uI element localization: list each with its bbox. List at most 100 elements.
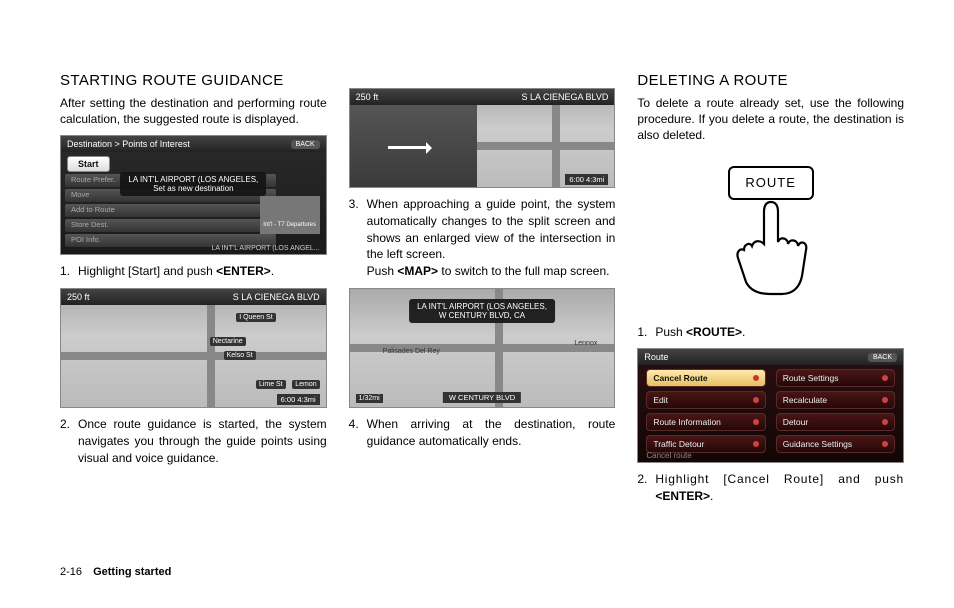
screenshot-topbar: 250 ft S LA CIENEGA BLVD: [350, 89, 615, 105]
step-text: Highlight [Cancel Route] and push: [655, 472, 904, 486]
page-number: 2-16: [60, 566, 82, 578]
road-label: S LA CIENEGA BLVD: [521, 92, 608, 102]
bullet-icon: [882, 375, 888, 381]
start-button: Start: [67, 156, 110, 172]
column-1: STARTING ROUTE GUIDANCE After setting th…: [60, 72, 327, 552]
step-text-end: to switch to the full map screen.: [438, 264, 609, 278]
step-text: Push: [655, 325, 686, 339]
step-number: 2.: [60, 416, 70, 433]
menu-item-cancel-route: Cancel Route: [646, 369, 765, 387]
intro-text: After setting the destination and perfor…: [60, 95, 327, 127]
time-dist-label: 6:00 4:3mi: [277, 394, 320, 405]
step-text-end: .: [742, 325, 745, 339]
menu-label: Recalculate: [783, 395, 827, 405]
section-name: Getting started: [93, 566, 171, 578]
popup-line2: W CENTURY BLVD, CA: [417, 311, 547, 320]
title-label: Route: [644, 352, 668, 362]
road-label: S LA CIENEGA BLVD: [233, 292, 320, 302]
hand-icon: [726, 196, 816, 296]
screenshot-guidance-map: 250 ft S LA CIENEGA BLVD I Queen St Nect…: [60, 288, 327, 408]
bottom-road-label: W CENTURY BLVD: [443, 392, 521, 403]
step-text: When approaching a guide point, the syst…: [367, 197, 616, 261]
step-text-push: Push: [367, 264, 398, 278]
street-label: Nectarine: [210, 337, 246, 346]
bullet-icon: [753, 397, 759, 403]
step-2: 2. Highlight [Cancel Route] and push <EN…: [637, 471, 904, 505]
heading-starting-route: STARTING ROUTE GUIDANCE: [60, 72, 327, 89]
popup-line1: LA INT'L AIRPORT (LOS ANGELES,: [128, 175, 258, 184]
route-menu-right: Route Settings Recalculate Detour Guidan…: [776, 369, 895, 442]
distance-label: 250 ft: [356, 92, 379, 102]
popup-destination: LA INT'L AIRPORT (LOS ANGELES, W CENTURY…: [409, 299, 555, 323]
screenshot-arrival-map: LA INT'L AIRPORT (LOS ANGELES, W CENTURY…: [349, 288, 616, 408]
step-1: 1. Push <ROUTE>.: [637, 324, 904, 341]
menu-item-guidance-settings: Guidance Settings: [776, 435, 895, 453]
page-footer: 2-16 Getting started: [60, 566, 171, 578]
route-menu-grid: Cancel Route Edit Route Information Traf…: [646, 369, 895, 442]
menu-label: Route Settings: [783, 373, 839, 383]
step-1: 1. Highlight [Start] and push <ENTER>.: [60, 263, 327, 280]
step-text: When arriving at the destination, route …: [367, 417, 616, 448]
split-left-enlarged: [350, 105, 477, 187]
enter-key: <ENTER>: [216, 264, 271, 278]
menu-label: Guidance Settings: [783, 439, 852, 449]
footer-caption: LA INT'L AIRPORT (LOS ANGEL...: [211, 245, 319, 252]
street-label: Lemon: [292, 380, 319, 389]
region-label: Palisades Del Rey: [380, 347, 443, 356]
turn-arrow-icon: [388, 142, 438, 154]
bullet-icon: [753, 441, 759, 447]
map-roads: [61, 305, 326, 407]
step-number: 2.: [637, 471, 647, 488]
menu-label: Edit: [653, 395, 668, 405]
street-label: Kelso St: [224, 351, 256, 360]
menu-label: Cancel Route: [653, 373, 707, 383]
street-label: Lime St: [256, 380, 286, 389]
step-number: 1.: [637, 324, 647, 341]
route-button-illustration: ROUTE: [696, 166, 846, 306]
popup-line2: Set as new destination: [128, 184, 258, 193]
map-key: <MAP>: [397, 264, 438, 278]
step-3: 3. When approaching a guide point, the s…: [349, 196, 616, 280]
menu-item-recalculate: Recalculate: [776, 391, 895, 409]
menu-label: Detour: [783, 417, 809, 427]
popup-line1: LA INT'L AIRPORT (LOS ANGELES,: [417, 302, 547, 311]
street-label: I Queen St: [236, 313, 275, 322]
step-text: Highlight [Start] and push: [78, 264, 216, 278]
menu-label: Traffic Detour: [653, 439, 704, 449]
menu-item-edit: Edit: [646, 391, 765, 409]
intro-text: To delete a route already set, use the f…: [637, 95, 904, 144]
screenshot-topbar: Destination > Points of Interest BACK: [61, 136, 326, 152]
step-text-end: .: [271, 264, 274, 278]
enter-key: <ENTER>: [655, 489, 710, 503]
scale-label: 1/32mi: [356, 394, 383, 403]
menu-item-route-info: Route Information: [646, 413, 765, 431]
step-number: 4.: [349, 416, 359, 433]
hint-footer: Cancel route: [646, 451, 691, 460]
step-2: 2. Once route guidance is started, the s…: [60, 416, 327, 466]
column-2: 250 ft S LA CIENEGA BLVD 6:00 4:3mi 3. W…: [349, 72, 616, 552]
menu-item-route-settings: Route Settings: [776, 369, 895, 387]
region-label: Lennox: [571, 339, 600, 348]
page-columns: STARTING ROUTE GUIDANCE After setting th…: [60, 72, 904, 552]
bullet-icon: [882, 397, 888, 403]
step-4: 4. When arriving at the destination, rou…: [349, 416, 616, 450]
heading-deleting-route: DELETING A ROUTE: [637, 72, 904, 89]
screenshot-topbar: Route BACK: [638, 349, 903, 365]
back-button: BACK: [868, 353, 897, 362]
back-button: BACK: [291, 140, 320, 149]
step-text: Once route guidance is started, the syst…: [78, 417, 327, 465]
screenshot-route-menu: Route BACK Cancel Route Edit Route Infor…: [637, 348, 904, 463]
bullet-icon: [753, 419, 759, 425]
step-number: 1.: [60, 263, 70, 280]
bullet-icon: [882, 441, 888, 447]
time-dist-label: 6:00 4:3mi: [565, 174, 608, 185]
screenshot-destination-poi: Destination > Points of Interest BACK St…: [60, 135, 327, 255]
menu-item-detour: Detour: [776, 413, 895, 431]
screenshot-topbar: 250 ft S LA CIENEGA BLVD: [61, 289, 326, 305]
column-3: DELETING A ROUTE To delete a route alrea…: [637, 72, 904, 552]
menu-row: Store Dest.: [65, 219, 276, 232]
route-menu-left: Cancel Route Edit Route Information Traf…: [646, 369, 765, 442]
menu-row: Add to Route: [65, 204, 276, 217]
bullet-icon: [753, 375, 759, 381]
route-physical-button: ROUTE: [728, 166, 814, 200]
